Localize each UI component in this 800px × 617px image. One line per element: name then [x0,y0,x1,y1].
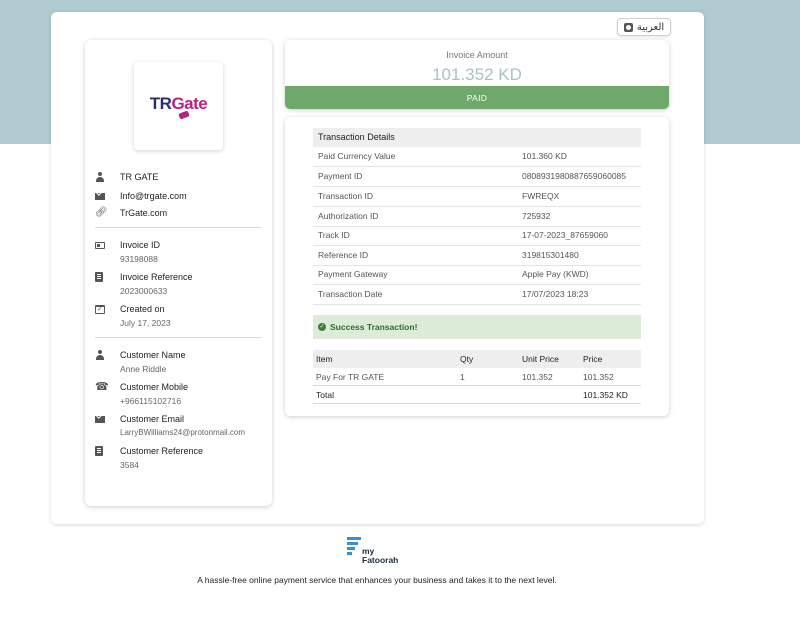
customer-reference-label: Customer Reference [120,446,204,456]
transaction-card: Transaction Details Paid Currency Value … [285,117,669,416]
customer-name-row: Customer Name Anne Riddle [95,349,186,375]
merchant-website-row: 🔗︎ TrGate.com [95,207,167,219]
document-icon [95,446,103,456]
mail-icon [95,415,105,423]
id-card-icon [95,241,105,249]
row-value: 0808931980887659060085 [522,171,627,181]
row-key: Authorization ID [318,211,379,221]
item-name: Pay For TR GATE [316,372,385,382]
customer-mobile-row: ☎︎ Customer Mobile +966115102716 [95,381,188,407]
row-value: 101.360 KD [522,151,567,161]
success-alert: ✓ Success Transaction! [313,315,641,339]
invoice-amount-label: Invoice Amount [446,50,508,60]
row-key: Paid Currency Value [318,151,396,161]
row-key: Payment Gateway [318,269,388,279]
merchant-website[interactable]: TrGate.com [120,207,167,219]
logo-text-part1: TR [149,94,172,113]
table-row: Payment Gateway Apple Pay (KWD) [313,265,641,285]
item-qty: 1 [460,372,465,382]
logo-text-part2: Gate [171,94,208,113]
row-key: Transaction Date [318,289,383,299]
items-table-header: Item Qty Unit Price Price [313,350,641,368]
user-icon [95,171,105,183]
user-icon [95,349,105,361]
footer-tagline: A hassle-free online payment service tha… [197,575,557,585]
merchant-name: TR GATE [120,172,159,182]
customer-email-row: Customer Email LarryBWilliams24@protonma… [95,413,245,439]
invoice-reference-label: Invoice Reference [120,272,193,282]
table-row: Track ID 17-07-2023_87659060 [313,226,641,246]
merchant-email[interactable]: Info@trgate.com [120,190,187,202]
customer-mobile-label: Customer Mobile [120,382,189,392]
divider [95,337,262,338]
calendar-icon [95,304,105,314]
table-row: Reference ID 319815301480 [313,246,641,266]
invoice-id-value: 93198088 [120,254,158,264]
customer-email-value: LarryBWilliams24@protonmail.com [120,428,246,437]
customer-reference-row: Customer Reference 3584 [95,445,203,471]
created-on-value: July 17, 2023 [120,318,171,328]
column-header-price: Price [583,354,603,364]
row-key: Transaction ID [318,191,373,201]
row-value: Apple Pay (KWD) [522,269,589,279]
invoice-amount-card: Invoice Amount 101.352 KD PAID [285,40,669,109]
row-key: Track ID [318,230,350,240]
myfatoorah-logo: my Fatoorah [347,537,417,565]
customer-email-label: Customer Email [120,414,185,424]
phone-icon: ☎︎ [95,380,109,393]
table-row: Paid Currency Value 101.360 KD [313,147,641,167]
invoice-reference-row: Invoice Reference 2023000633 [95,271,193,297]
total-row: Total 101.352 KD [313,386,641,404]
row-value: FWREQX [522,191,560,201]
language-label: العربية [636,21,665,33]
mail-icon [95,192,105,200]
table-row: Transaction ID FWREQX [313,187,641,207]
table-row: Payment ID 0808931980887659060085 [313,167,641,187]
table-row: Authorization ID 725932 [313,207,641,227]
row-value: 17-07-2023_87659060 [522,230,609,240]
created-on-label: Created on [120,304,165,314]
table-row: Transaction Date 17/07/2023 18:23 [313,285,641,305]
document-icon [95,272,103,282]
row-key: Reference ID [318,250,369,260]
row-key: Payment ID [318,171,363,181]
table-row: Pay For TR GATE 1 101.352 101.352 [313,368,641,386]
customer-mobile-value: +966115102716 [120,396,182,406]
customer-name-value: Anne Riddle [120,364,167,374]
merchant-info-card: TRGate TR GATE Info@trgate.com 🔗︎ TrGate… [85,40,272,506]
invoice-reference-value: 2023000633 [120,286,168,296]
created-on-row: Created on July 17, 2023 [95,303,171,329]
customer-name-label: Customer Name [120,350,186,360]
row-value: 725932 [522,211,551,221]
item-unit-price: 101.352 [522,372,553,382]
payment-status-badge: PAID [285,86,669,109]
check-circle-icon: ✓ [318,323,326,331]
invoice-id-label: Invoice ID [120,240,161,250]
item-price: 101.352 [583,372,614,382]
invoice-amount-value: 101.352 KD [432,65,522,84]
column-header-unit-price: Unit Price [522,354,559,364]
success-message: Success Transaction! [330,322,418,332]
globe-icon [623,22,633,32]
customer-reference-value: 3584 [120,460,139,470]
total-value: 101.352 KD [583,390,628,400]
merchant-email-row: Info@trgate.com [95,190,187,202]
transaction-details-title: Transaction Details [313,128,641,147]
link-icon: 🔗︎ [95,207,108,218]
merchant-name-row: TR GATE [95,171,158,183]
row-value: 17/07/2023 18:23 [522,289,589,299]
divider [95,227,262,228]
total-label: Total [316,390,334,400]
merchant-logo: TRGate [134,62,223,150]
brand-line-2: Fatoorah [362,555,399,565]
language-toggle-button[interactable]: العربية [617,18,671,36]
myfatoorah-bars-icon [347,537,361,557]
column-header-item: Item [316,354,333,364]
invoice-id-row: Invoice ID 93198088 [95,239,160,265]
row-value: 319815301480 [522,250,579,260]
column-header-qty: Qty [460,354,474,364]
